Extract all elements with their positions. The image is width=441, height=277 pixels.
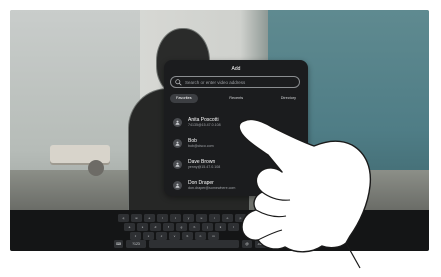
contact-item[interactable]: Anita Poscotti 74135@15.47.0.108 [170,112,302,133]
contact-list: Anita Poscotti 74135@15.47.0.108 Bob bob… [170,112,302,196]
keyboard-row-2: asdfghjkl [124,223,239,231]
contact-address: bob@cisco.com [188,144,214,148]
key-w[interactable]: w [131,214,142,222]
tab-directory[interactable]: Directory [275,94,302,103]
key-o[interactable]: o [222,214,233,222]
dialog-tabs: Favorites Recents Directory [170,94,302,104]
key-i[interactable]: i [209,214,220,222]
key-z[interactable]: z [130,232,141,240]
search-field[interactable] [170,76,300,88]
key-c[interactable]: c [156,232,167,240]
contact-item[interactable]: Dave Brown yenny@15.47.0.108 [170,154,302,175]
dialog-title: Add [231,66,241,72]
key-d[interactable]: d [150,223,161,231]
space-key[interactable] [149,240,239,248]
key-a[interactable]: a [124,223,135,231]
key-x[interactable]: x [143,232,154,240]
key-g[interactable]: g [176,223,187,231]
contact-address: 74135@15.47.0.108 [188,123,221,127]
contact-item[interactable]: Bob bob@cisco.com [170,133,302,154]
search-input[interactable] [182,79,295,85]
at-key[interactable]: @ [242,240,252,248]
tab-favorites[interactable]: Favorites [170,94,198,103]
key-p[interactable]: p [235,214,246,222]
contact-address: yenny@15.47.0.108 [188,165,221,169]
key-f[interactable]: f [163,223,174,231]
tab-recents[interactable]: Recents [223,94,249,103]
key-b[interactable]: b [182,232,193,240]
key-k[interactable]: k [215,223,226,231]
keyboard-row-3: zxcvbnm [130,232,219,240]
key-s[interactable]: s [137,223,148,231]
add-dialog: Add Favorites Recents Directory Anita Po… [164,60,308,196]
keyboard-icon[interactable]: ⌨ [114,240,123,248]
add-key[interactable]: Add [270,240,288,248]
key-v[interactable]: v [169,232,180,240]
person-icon [173,118,182,127]
key-q[interactable]: q [118,214,129,222]
keyboard-bottom-row: ⌨ ?123 @ .com Add [114,240,288,248]
video-screen: qwertyuiop asdfghjkl zxcvbnm ⌨ ?123 @ .c… [10,10,429,251]
key-h[interactable]: h [189,223,200,231]
symbols-key[interactable]: ?123 [126,240,146,248]
key-r[interactable]: r [157,214,168,222]
key-t[interactable]: t [170,214,181,222]
keyboard-row-1: qwertyuiop [118,214,246,222]
search-icon [175,73,182,91]
chair [88,160,104,176]
key-e[interactable]: e [144,214,155,222]
dotcom-key[interactable]: .com [255,240,267,248]
person-icon [173,181,182,190]
key-m[interactable]: m [208,232,219,240]
key-l[interactable]: l [228,223,239,231]
person-icon [173,139,182,148]
key-y[interactable]: y [183,214,194,222]
desk [50,145,110,163]
contact-address: don.draper@somewhere.com [188,186,236,190]
key-n[interactable]: n [195,232,206,240]
person-icon [173,160,182,169]
key-j[interactable]: j [202,223,213,231]
key-u[interactable]: u [196,214,207,222]
contact-item[interactable]: Don Draper don.draper@somewhere.com [170,175,302,196]
